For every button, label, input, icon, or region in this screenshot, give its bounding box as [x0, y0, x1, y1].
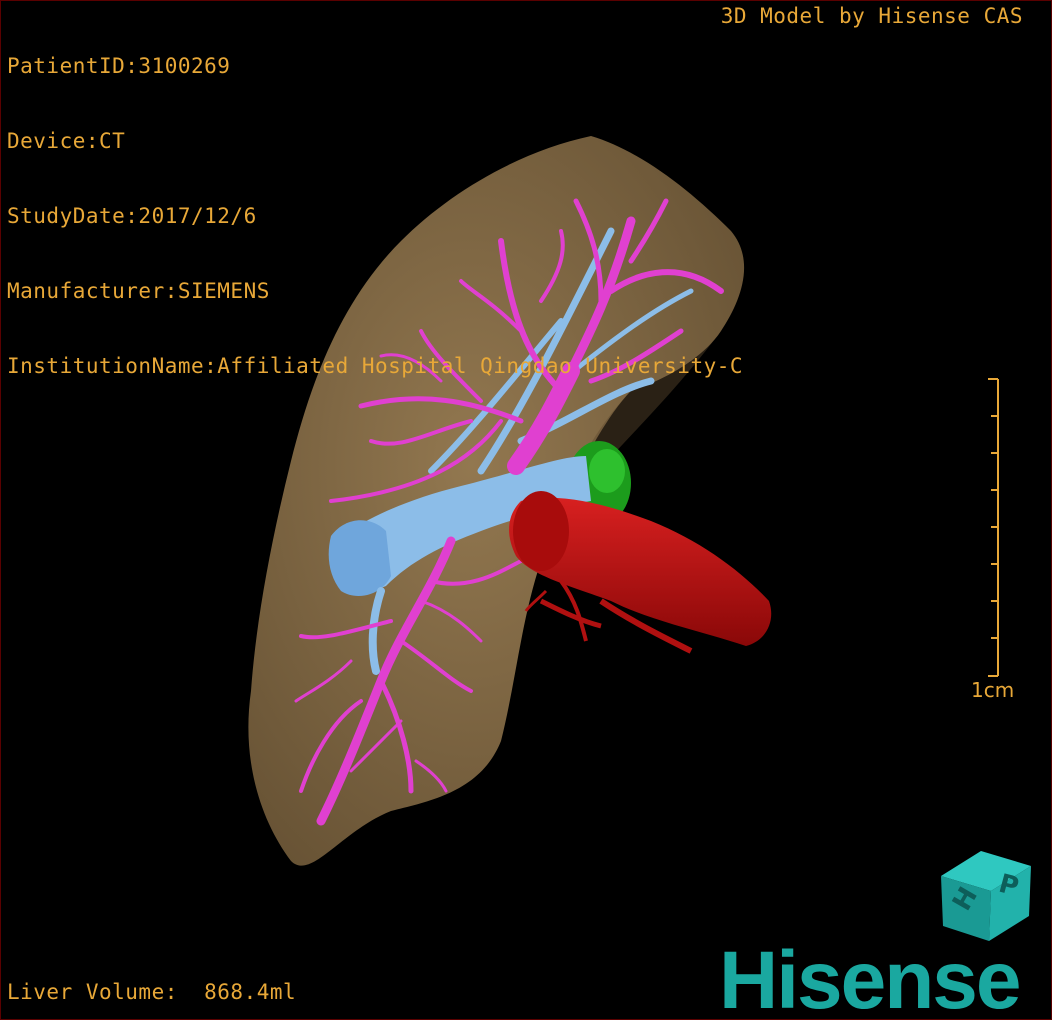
scale-bar: [988, 378, 999, 677]
patient-info: PatientID:3100269 Device:CT StudyDate:20…: [7, 4, 743, 429]
gallbladder-highlight: [589, 449, 625, 493]
hepatic-artery: [509, 491, 772, 654]
study-date: StudyDate:2017/12/6: [7, 204, 257, 228]
patient-id: PatientID:3100269: [7, 54, 231, 78]
orientation-cube[interactable]: H P: [931, 841, 1041, 951]
scale-bar-label: 1cm: [971, 678, 1015, 702]
hisense-wordmark: Hisense: [719, 936, 1020, 1016]
model-credit: 3D Model by Hisense CAS: [720, 4, 1023, 28]
hisense-logo: Hisense: [719, 936, 1022, 1016]
liver-volume: Liver Volume: 868.4ml: [7, 980, 297, 1004]
institution-name: InstitutionName:Affiliated Hospital Qing…: [7, 354, 744, 378]
3d-viewer[interactable]: PatientID:3100269 Device:CT StudyDate:20…: [0, 0, 1052, 1020]
manufacturer: Manufacturer:SIEMENS: [7, 279, 270, 303]
device: Device:CT: [7, 129, 126, 153]
